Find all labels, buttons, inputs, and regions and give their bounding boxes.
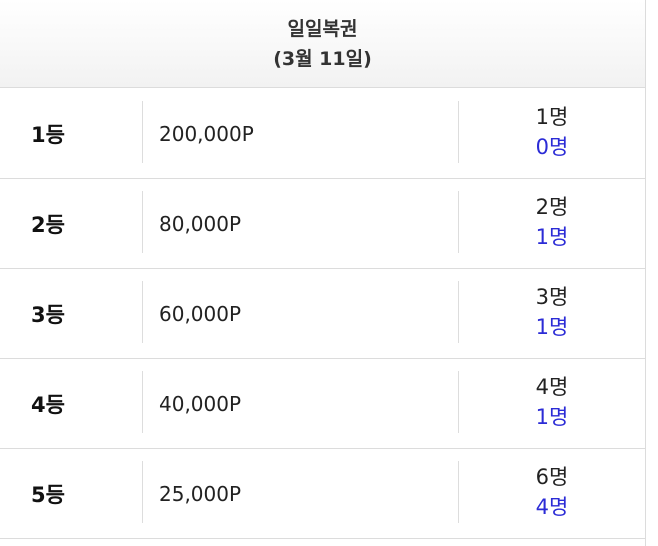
table-header: 일일복권 (3월 11일) bbox=[0, 0, 645, 88]
count-cell: 4명 1명 bbox=[459, 372, 645, 432]
total-count: 2명 bbox=[535, 195, 569, 219]
winner-count: 1명 bbox=[535, 315, 569, 339]
header-title: 일일복권 bbox=[287, 17, 358, 40]
rank-label: 2등 bbox=[31, 212, 65, 237]
count-cell: 6명 4명 bbox=[459, 462, 645, 522]
column-divider bbox=[142, 101, 143, 163]
prize-amount: 40,000P bbox=[159, 391, 242, 416]
prize-amount: 200,000P bbox=[159, 121, 254, 146]
table-row: 1등 200,000P 1명 0명 bbox=[0, 89, 645, 179]
column-divider bbox=[142, 281, 143, 343]
rank-label: 1등 bbox=[31, 122, 65, 147]
rank-label: 5등 bbox=[31, 482, 65, 507]
total-count: 4명 bbox=[535, 375, 569, 399]
winner-count: 1명 bbox=[535, 405, 569, 429]
table-row: 3등 60,000P 3명 1명 bbox=[0, 269, 645, 359]
total-count: 6명 bbox=[535, 465, 569, 489]
right-divider bbox=[645, 0, 646, 546]
prize-rows: 1등 200,000P 1명 0명 2등 80,000P 2명 1명 3등 60… bbox=[0, 89, 645, 539]
prize-amount: 25,000P bbox=[159, 481, 242, 506]
lottery-table: 일일복권 (3월 11일) 1등 200,000P 1명 0명 2등 80,00… bbox=[0, 0, 658, 546]
header-date: (3월 11일) bbox=[273, 47, 372, 70]
prize-amount: 80,000P bbox=[159, 211, 242, 236]
prize-amount: 60,000P bbox=[159, 301, 242, 326]
column-divider bbox=[142, 371, 143, 433]
table-row: 5등 25,000P 6명 4명 bbox=[0, 449, 645, 539]
rank-label: 3등 bbox=[31, 302, 65, 327]
total-count: 1명 bbox=[535, 105, 569, 129]
count-cell: 2명 1명 bbox=[459, 192, 645, 252]
winner-count: 1명 bbox=[535, 225, 569, 249]
total-count: 3명 bbox=[535, 285, 569, 309]
rank-label: 4등 bbox=[31, 392, 65, 417]
count-cell: 3명 1명 bbox=[459, 282, 645, 342]
count-cell: 1명 0명 bbox=[459, 102, 645, 162]
winner-count: 4명 bbox=[535, 495, 569, 519]
table-row: 2등 80,000P 2명 1명 bbox=[0, 179, 645, 269]
column-divider bbox=[142, 191, 143, 253]
table-row: 4등 40,000P 4명 1명 bbox=[0, 359, 645, 449]
winner-count: 0명 bbox=[535, 135, 569, 159]
column-divider bbox=[142, 461, 143, 523]
